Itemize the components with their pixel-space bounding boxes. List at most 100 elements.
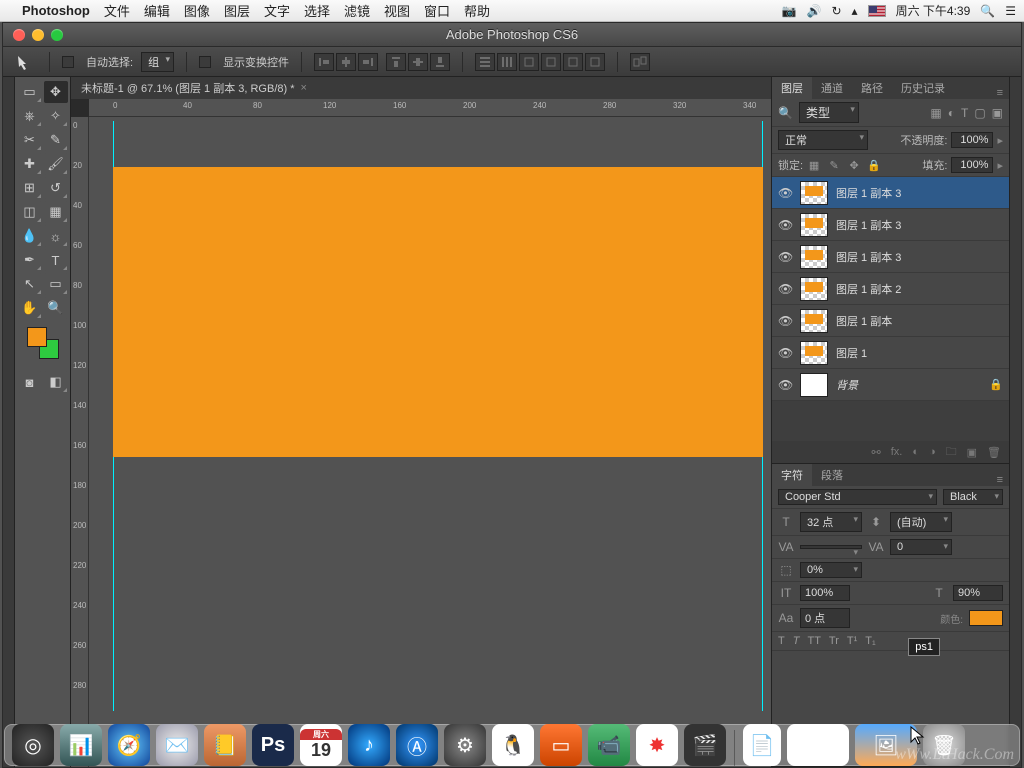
layer-mask-icon[interactable]: ◐ xyxy=(912,446,919,458)
dock-calendar[interactable]: 周六19 xyxy=(300,724,342,766)
dock-settings[interactable]: ⚙ xyxy=(444,724,486,766)
lasso-tool[interactable]: ⎈ xyxy=(18,105,42,127)
filter-kind-icon[interactable]: 🔍 xyxy=(778,106,793,120)
visibility-icon[interactable]: 👁 xyxy=(778,250,792,264)
input-flag-icon[interactable] xyxy=(868,5,886,17)
menu-filter[interactable]: 滤镜 xyxy=(344,1,370,20)
dock-itunes[interactable]: ♪ xyxy=(348,724,390,766)
tab-channels[interactable]: 通道 xyxy=(812,77,852,99)
path-tool[interactable]: ↖ xyxy=(18,273,42,295)
type-style-btn[interactable]: T¹ xyxy=(847,635,857,647)
adjustment-layer-icon[interactable]: ◑ xyxy=(929,446,936,458)
hand-tool[interactable]: ✋ xyxy=(18,297,42,319)
layer-row[interactable]: 👁背景🔒 xyxy=(772,369,1009,401)
layer-name[interactable]: 图层 1 副本 2 xyxy=(836,281,1003,297)
color-pct-input[interactable]: 0% xyxy=(800,562,862,578)
heal-tool[interactable]: ✚ xyxy=(18,153,42,175)
wand-tool[interactable]: ✧ xyxy=(44,105,68,127)
canvas-stage[interactable] xyxy=(89,117,771,767)
ruler-horizontal[interactable]: 04080120160200240280320340 xyxy=(89,99,771,117)
menu-view[interactable]: 视图 xyxy=(384,1,410,20)
dock-imovie[interactable]: 🎬 xyxy=(684,724,726,766)
tab-paths[interactable]: 路径 xyxy=(852,77,892,99)
layer-thumb[interactable] xyxy=(800,277,828,301)
fill-scrub-icon[interactable]: ▸ xyxy=(997,159,1003,172)
document-tab-close[interactable]: × xyxy=(301,82,307,94)
dock-appstore[interactable]: Ⓐ xyxy=(396,724,438,766)
lock-all-icon[interactable]: 🔒 xyxy=(867,159,881,172)
dock-qq[interactable]: 🐧 xyxy=(492,724,534,766)
dist-btn[interactable] xyxy=(519,53,539,71)
layer-kind-dropdown[interactable]: 类型 xyxy=(799,102,859,123)
font-family-dropdown[interactable]: Cooper Std xyxy=(778,489,937,505)
menu-edit[interactable]: 编辑 xyxy=(144,1,170,20)
color-swatches[interactable] xyxy=(27,327,59,359)
dock-activity[interactable]: 📊 xyxy=(60,724,102,766)
menu-window[interactable]: 窗口 xyxy=(424,1,450,20)
menu-file[interactable]: 文件 xyxy=(104,1,130,20)
layer-name[interactable]: 图层 1 副本 3 xyxy=(836,185,1003,201)
menu-select[interactable]: 选择 xyxy=(304,1,330,20)
layer-row[interactable]: 👁 图层 1 副本 3 xyxy=(772,209,1009,241)
baseline-input[interactable]: 0 点 xyxy=(800,608,850,628)
layer-row[interactable]: 👁图层 1 副本 xyxy=(772,305,1009,337)
layer-name[interactable]: 图层 1 副本 3 xyxy=(836,217,1003,233)
auto-select-checkbox[interactable] xyxy=(62,56,74,68)
filter-shape-icon[interactable]: ▢ xyxy=(974,106,985,120)
tab-history[interactable]: 历史记录 xyxy=(892,77,954,99)
auto-select-dropdown[interactable]: 组 xyxy=(141,52,174,72)
blend-mode-dropdown[interactable]: 正常 xyxy=(778,130,868,150)
layer-name[interactable]: 图层 1 xyxy=(836,345,1003,361)
align-btn[interactable] xyxy=(408,53,428,71)
font-size-input[interactable]: 32 点 xyxy=(800,512,862,532)
opacity-input[interactable]: 100% xyxy=(951,132,993,148)
layer-thumb[interactable] xyxy=(800,245,828,269)
stamp-tool[interactable]: ⊞ xyxy=(18,177,42,199)
fill-input[interactable]: 100% xyxy=(951,157,993,173)
lock-pixels-icon[interactable]: ✎ xyxy=(827,159,841,172)
show-transform-checkbox[interactable] xyxy=(199,56,211,68)
sync-icon[interactable]: ↻ xyxy=(831,4,841,18)
delete-layer-icon[interactable]: 🗑 xyxy=(987,446,1001,459)
align-btn[interactable] xyxy=(430,53,450,71)
filter-adjust-icon[interactable]: ◐ xyxy=(948,106,955,120)
spotlight-icon[interactable]: 🔍 xyxy=(980,4,995,18)
quickmask-tool[interactable]: ◙ xyxy=(18,371,42,393)
tab-character[interactable]: 字符 xyxy=(772,464,812,486)
type-style-btn[interactable]: T xyxy=(793,635,800,647)
dock-stack-1[interactable]: 🗂 xyxy=(787,724,849,766)
eraser-tool[interactable]: ◫ xyxy=(18,201,42,223)
visibility-icon[interactable]: 👁 xyxy=(778,218,792,232)
layer-thumb[interactable] xyxy=(800,213,828,237)
filter-smart-icon[interactable]: ▣ xyxy=(992,106,1003,120)
new-layer-icon[interactable]: ▣ xyxy=(967,446,977,459)
dist-btn[interactable] xyxy=(541,53,561,71)
gradient-tool[interactable]: ▦ xyxy=(44,201,68,223)
panel-menu-icon[interactable]: ≡ xyxy=(991,87,1009,99)
clock[interactable]: 周六 下午4:39 xyxy=(896,2,971,19)
dock-document[interactable]: 📄 xyxy=(743,724,781,766)
leading-input[interactable]: (自动) xyxy=(890,512,952,532)
dock-app2[interactable]: ✸ xyxy=(636,724,678,766)
menu-image[interactable]: 图像 xyxy=(184,1,210,20)
volume-icon[interactable]: 🔊 xyxy=(807,4,822,18)
foreground-color-swatch[interactable] xyxy=(27,327,47,347)
opacity-scrub-icon[interactable]: ▸ xyxy=(997,134,1003,147)
visibility-icon[interactable]: 👁 xyxy=(778,346,792,360)
history-brush-tool[interactable]: ↺ xyxy=(44,177,68,199)
align-btn[interactable] xyxy=(386,53,406,71)
artboard[interactable] xyxy=(113,121,763,711)
layer-row[interactable]: 👁图层 1 副本 3 xyxy=(772,177,1009,209)
brush-tool[interactable]: 🖌 xyxy=(44,153,68,175)
dodge-tool[interactable]: ☼ xyxy=(44,225,68,247)
lock-transparent-icon[interactable]: ▦ xyxy=(807,159,821,172)
align-btn[interactable] xyxy=(336,53,356,71)
crop-tool[interactable]: ✂ xyxy=(18,129,42,151)
zoom-tool[interactable]: 🔍 xyxy=(44,297,68,319)
filter-type-icon[interactable]: T xyxy=(961,106,968,120)
right-collapse-strip[interactable] xyxy=(1009,77,1021,767)
shape-tool[interactable]: ▭ xyxy=(44,273,68,295)
left-collapse-strip[interactable] xyxy=(3,77,15,767)
dock-safari[interactable]: 🧭 xyxy=(108,724,150,766)
kerning-input[interactable] xyxy=(800,545,862,549)
